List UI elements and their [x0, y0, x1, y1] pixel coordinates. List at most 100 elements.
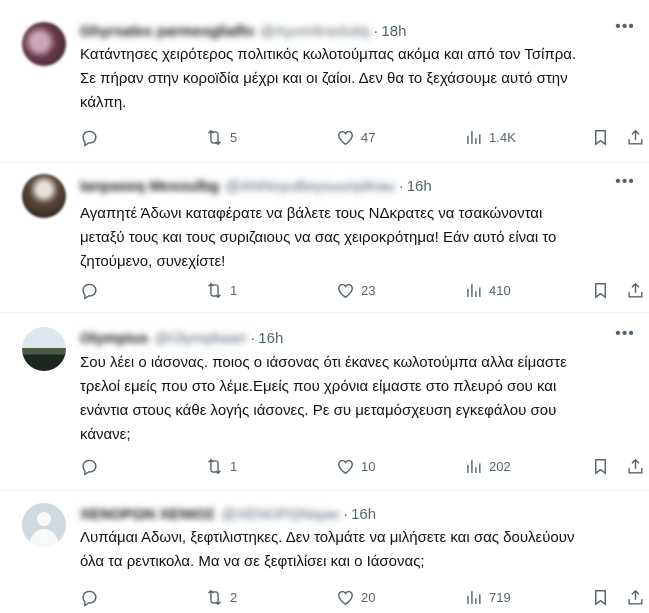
reply-icon	[82, 283, 97, 300]
bookmark-button[interactable]	[591, 587, 610, 607]
bookmark-button[interactable]	[591, 280, 610, 300]
avatar[interactable]	[22, 174, 66, 218]
avatar[interactable]	[22, 503, 66, 547]
avatar[interactable]	[22, 327, 66, 371]
tweet-actions: 2 20 719	[80, 587, 646, 607]
reply-button[interactable]	[80, 456, 105, 476]
tweet-actions: 1 10 202	[80, 456, 646, 476]
avatar[interactable]	[22, 22, 66, 66]
heart-icon	[338, 130, 353, 145]
retweet-count: 5	[230, 129, 238, 145]
share-button[interactable]	[626, 456, 645, 476]
tweet-header: ΧΕΝΟΡΩΝ ΧΕΝΙΟΣ @ΧΕΝΟΡΩΝαρκι · 16h	[80, 504, 376, 524]
bookmark-icon	[595, 282, 606, 299]
retweet-count: 2	[230, 589, 238, 605]
separator-dot: ·	[373, 22, 379, 40]
tweet[interactable]: Ghyrsales parmesgliaflo @Ayomitraxlutiq …	[0, 0, 649, 163]
tweet[interactable]: ΧΕΝΟΡΩΝ ΧΕΝΙΟΣ @ΧΕΝΟΡΩΝαρκι · 16h Λυπάμα…	[0, 491, 649, 613]
retweet-button[interactable]: 1	[205, 280, 237, 300]
timestamp[interactable]: 16h	[258, 330, 283, 347]
share-button[interactable]	[626, 587, 645, 607]
display-name[interactable]: Ianpaseq Mesoulbg	[80, 178, 219, 195]
display-name[interactable]: Ghyrsales parmesgliaflo	[80, 23, 254, 40]
view-count: 410	[489, 282, 511, 298]
tweet-text: Σου λέει ο ιάσονας. ποιος ο ιάσονας ότι …	[80, 354, 567, 443]
reply-button[interactable]	[80, 127, 105, 147]
heart-icon	[338, 590, 353, 605]
analytics-icon	[467, 459, 481, 473]
reply-feed: Ghyrsales parmesgliaflo @Ayomitraxlutiq …	[0, 0, 649, 613]
timestamp[interactable]: 18h	[381, 23, 406, 40]
timestamp[interactable]: 16h	[407, 178, 432, 195]
user-handle[interactable]: @Olympbaari	[154, 330, 246, 347]
analytics-icon	[467, 130, 481, 144]
tweet-actions: 5 47 1.4K	[80, 127, 646, 147]
tweet-text: Αγαπητέ Άδωνι καταφέρατε να βάλετε τους …	[80, 205, 557, 270]
view-count: 719	[489, 589, 511, 605]
display-name[interactable]: Olympius	[80, 330, 148, 347]
reply-icon	[82, 459, 97, 476]
bookmark-button[interactable]	[591, 127, 610, 147]
tweet-text: Λυπάμαι Αδωνι, ξεφτιλιστηκες. Δεν τολμάτ…	[80, 529, 575, 570]
retweet-count: 1	[230, 282, 238, 298]
user-handle[interactable]: @ΧΕΝΟΡΩΝαρκι	[221, 506, 339, 523]
share-button[interactable]	[626, 127, 645, 147]
heart-icon	[338, 459, 353, 474]
share-icon	[628, 458, 643, 474]
reply-button[interactable]	[80, 280, 105, 300]
heart-icon	[338, 283, 353, 298]
tweet[interactable]: Olympius @Olympbaari · 16h ••• Σου λέει …	[0, 313, 649, 491]
default-avatar-body	[30, 529, 58, 547]
separator-dot: ·	[343, 505, 349, 523]
like-button[interactable]: 23	[336, 280, 375, 300]
views-button[interactable]: 1.4K	[464, 127, 516, 147]
retweet-button[interactable]: 5	[205, 127, 237, 147]
share-icon	[628, 282, 643, 298]
retweet-icon	[208, 589, 221, 605]
timestamp[interactable]: 16h	[351, 506, 376, 523]
reply-button[interactable]	[80, 587, 105, 607]
retweet-button[interactable]: 1	[205, 456, 237, 476]
more-options-icon[interactable]: •••	[615, 19, 635, 40]
more-options-icon[interactable]: •••	[615, 326, 635, 347]
separator-dot: ·	[250, 329, 256, 347]
tweet-header: Olympius @Olympbaari · 16h	[80, 328, 283, 348]
user-handle[interactable]: @ANNoyuBeysuunpilnau	[225, 178, 395, 195]
like-button[interactable]: 20	[336, 587, 375, 607]
bookmark-button[interactable]	[591, 456, 610, 476]
view-count: 202	[489, 458, 511, 474]
more-options-icon[interactable]: •••	[615, 174, 635, 195]
display-name[interactable]: ΧΕΝΟΡΩΝ ΧΕΝΙΟΣ	[80, 506, 215, 523]
like-count: 10	[361, 458, 376, 474]
like-button[interactable]: 10	[336, 456, 375, 476]
analytics-icon	[467, 590, 481, 604]
share-button[interactable]	[626, 280, 645, 300]
tweet[interactable]: Ianpaseq Mesoulbg @ANNoyuBeysuunpilnau ·…	[0, 163, 649, 313]
share-icon	[628, 589, 643, 605]
retweet-icon	[208, 129, 221, 145]
user-handle[interactable]: @Ayomitraxlutiq	[260, 23, 369, 40]
reply-icon	[82, 130, 97, 147]
default-avatar-head	[37, 512, 51, 526]
reply-icon	[82, 590, 97, 607]
tweet-header: Ianpaseq Mesoulbg @ANNoyuBeysuunpilnau ·…	[80, 176, 432, 196]
views-button[interactable]: 202	[464, 456, 511, 476]
retweet-icon	[208, 282, 221, 298]
retweet-icon	[208, 458, 221, 474]
like-button[interactable]: 47	[336, 127, 375, 147]
like-count: 20	[361, 589, 376, 605]
separator-dot: ·	[398, 177, 404, 195]
retweet-count: 1	[230, 458, 238, 474]
like-count: 23	[361, 282, 376, 298]
analytics-icon	[467, 283, 481, 297]
views-button[interactable]: 719	[464, 587, 511, 607]
view-count: 1.4K	[489, 129, 516, 145]
bookmark-icon	[595, 458, 606, 475]
tweet-text: Κατάντησες χειρότερος πολιτικός κωλοτούμ…	[80, 46, 577, 111]
share-icon	[628, 129, 643, 145]
views-button[interactable]: 410	[464, 280, 511, 300]
tweet-actions: 1 23 410	[80, 280, 646, 300]
tweet-header: Ghyrsales parmesgliaflo @Ayomitraxlutiq …	[80, 21, 406, 41]
bookmark-icon	[595, 589, 606, 606]
retweet-button[interactable]: 2	[205, 587, 237, 607]
